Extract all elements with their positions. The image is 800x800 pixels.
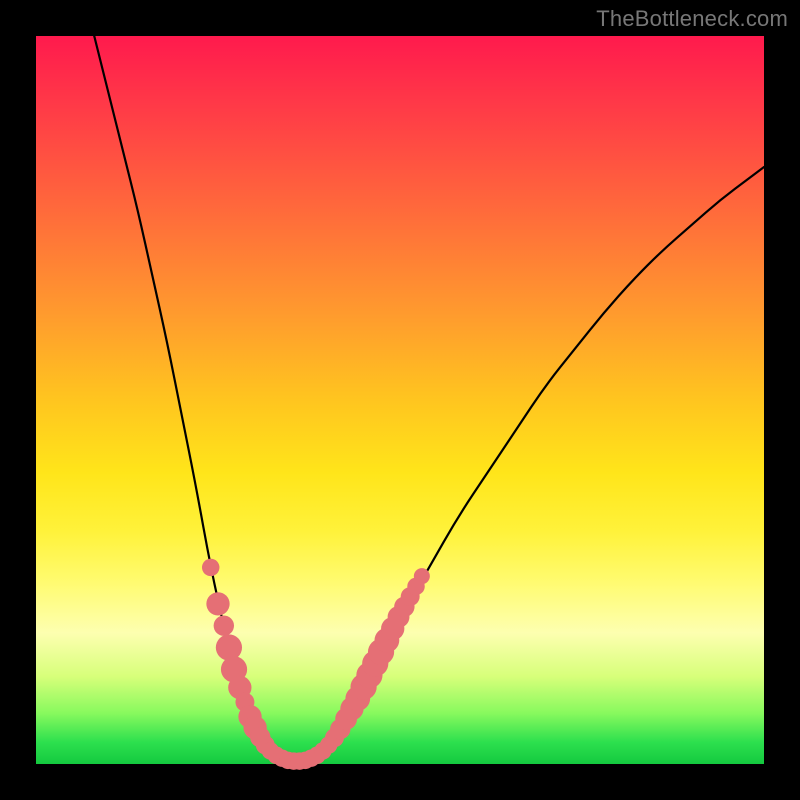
chart-frame: TheBottleneck.com xyxy=(0,0,800,800)
curve-bead xyxy=(414,568,430,584)
curve-bead xyxy=(216,634,242,660)
bottleneck-curve xyxy=(94,36,764,762)
plot-area xyxy=(36,36,764,764)
curve-svg xyxy=(36,36,764,764)
curve-bead xyxy=(206,592,229,615)
curve-bead xyxy=(202,559,219,576)
curve-bead xyxy=(214,615,234,635)
curve-beads xyxy=(202,559,430,770)
watermark-text: TheBottleneck.com xyxy=(596,6,788,32)
